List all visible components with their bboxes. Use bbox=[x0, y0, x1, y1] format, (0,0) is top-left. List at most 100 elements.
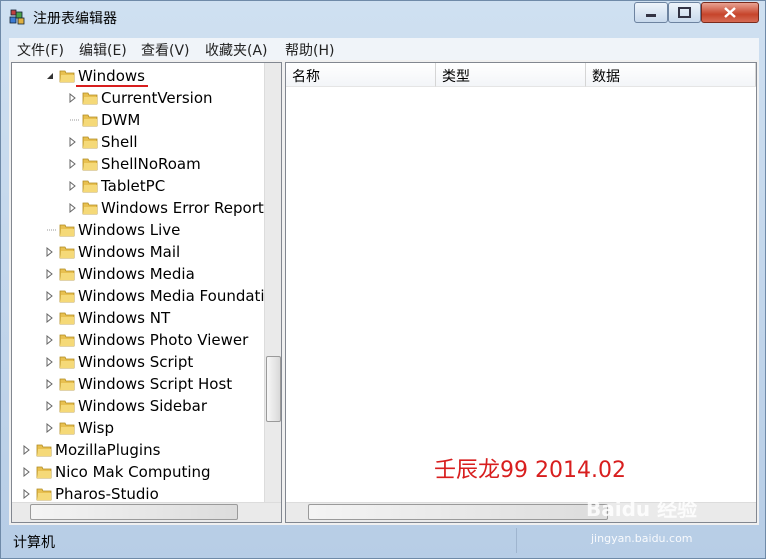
collapsed-arrow-icon[interactable] bbox=[45, 423, 55, 433]
tree-node[interactable]: Windows Photo Viewer bbox=[12, 329, 262, 351]
collapsed-arrow-icon[interactable] bbox=[22, 467, 32, 477]
collapsed-arrow-icon[interactable] bbox=[68, 159, 78, 169]
collapsed-arrow-icon[interactable] bbox=[68, 203, 78, 213]
menu-favorites[interactable]: 收藏夹(A) bbox=[205, 40, 268, 60]
folder-icon bbox=[36, 488, 52, 501]
title-bar[interactable]: 注册表编辑器 bbox=[1, 1, 766, 33]
tree-node-label: Windows Script bbox=[78, 353, 194, 371]
folder-icon bbox=[36, 444, 52, 457]
maximize-button[interactable] bbox=[668, 2, 701, 23]
collapsed-arrow-icon[interactable] bbox=[45, 357, 55, 367]
client-area: Windows CurrentVersion DWM Shell ShellNoRoam… bbox=[9, 60, 759, 525]
tree-node-label: MozillaPlugins bbox=[55, 441, 161, 459]
collapsed-arrow-icon[interactable] bbox=[22, 489, 32, 499]
tree-node[interactable]: CurrentVersion bbox=[12, 87, 262, 109]
tree-node-label: Windows Photo Viewer bbox=[78, 331, 249, 349]
folder-icon bbox=[59, 378, 75, 391]
folder-icon bbox=[59, 334, 75, 347]
status-divider bbox=[516, 528, 517, 553]
tree-node[interactable]: Windows Live bbox=[12, 219, 262, 241]
tree-connector-line bbox=[70, 119, 80, 121]
maximize-icon bbox=[678, 7, 691, 18]
regedit-icon bbox=[9, 9, 25, 25]
collapsed-arrow-icon[interactable] bbox=[45, 247, 55, 257]
column-header-name[interactable]: 名称 bbox=[286, 63, 436, 87]
tree-node-label: Windows Script Host bbox=[78, 375, 233, 393]
tree-node[interactable]: Windows Error Reporti bbox=[12, 197, 268, 219]
tree-node[interactable]: Windows Mail bbox=[12, 241, 262, 263]
folder-icon bbox=[59, 290, 75, 303]
close-button[interactable] bbox=[701, 2, 759, 23]
minimize-button[interactable] bbox=[634, 2, 668, 23]
tree-node[interactable]: Windows NT bbox=[12, 307, 262, 329]
collapsed-arrow-icon[interactable] bbox=[45, 291, 55, 301]
window-title: 注册表编辑器 bbox=[33, 11, 117, 27]
column-header-type[interactable]: 类型 bbox=[436, 63, 586, 87]
folder-icon bbox=[82, 92, 98, 105]
baidu-jingyan-logo: Baidu 经验 bbox=[586, 497, 698, 521]
collapsed-arrow-icon[interactable] bbox=[45, 379, 55, 389]
expanded-arrow-icon[interactable] bbox=[45, 71, 55, 81]
tree-node[interactable]: Windows Media bbox=[12, 263, 262, 285]
menu-edit[interactable]: 编辑(E) bbox=[79, 40, 127, 60]
registry-tree[interactable]: Windows CurrentVersion DWM Shell ShellNoRoam… bbox=[11, 62, 282, 523]
collapsed-arrow-icon[interactable] bbox=[45, 401, 55, 411]
tree-node-label: Wisp bbox=[78, 419, 115, 437]
collapsed-arrow-icon[interactable] bbox=[68, 181, 78, 191]
tree-node[interactable]: Windows Media Foundatic bbox=[12, 285, 273, 307]
tree-node-label: Windows Media bbox=[78, 265, 195, 283]
collapsed-arrow-icon[interactable] bbox=[22, 445, 32, 455]
tree-node[interactable]: Wisp bbox=[12, 417, 262, 439]
folder-icon bbox=[59, 268, 75, 281]
author-date-overlay: 壬辰龙99 2014.02 bbox=[434, 458, 626, 483]
folder-icon bbox=[59, 400, 75, 413]
list-hscroll-thumb[interactable] bbox=[308, 504, 608, 520]
folder-icon bbox=[59, 70, 75, 83]
tree-node[interactable]: ShellNoRoam bbox=[12, 153, 262, 175]
collapsed-arrow-icon[interactable] bbox=[68, 93, 78, 103]
menu-view[interactable]: 查看(V) bbox=[141, 40, 190, 60]
folder-icon bbox=[59, 356, 75, 369]
column-header-data[interactable]: 数据 bbox=[586, 63, 756, 87]
tree-node-label: Windows bbox=[78, 67, 145, 85]
tree-hscroll-thumb[interactable] bbox=[30, 504, 238, 520]
tree-node-label: Pharos-Studio bbox=[55, 485, 159, 503]
menu-help[interactable]: 帮助(H) bbox=[285, 40, 334, 60]
tree-node[interactable]: Windows Script bbox=[12, 351, 262, 373]
tree-node-label: Windows Sidebar bbox=[78, 397, 208, 415]
tree-node-label: CurrentVersion bbox=[101, 89, 213, 107]
folder-icon bbox=[59, 246, 75, 259]
tree-node[interactable]: Shell bbox=[12, 131, 262, 153]
tree-vertical-scrollbar[interactable] bbox=[264, 63, 281, 503]
tree-horizontal-scrollbar[interactable] bbox=[12, 502, 281, 522]
collapsed-arrow-icon[interactable] bbox=[68, 137, 78, 147]
tree-connector-line bbox=[47, 229, 57, 231]
tree-node[interactable]: Windows Script Host bbox=[12, 373, 262, 395]
folder-icon bbox=[82, 136, 98, 149]
tree-node-label: TabletPC bbox=[101, 177, 166, 195]
tree-node-label: ShellNoRoam bbox=[101, 155, 201, 173]
menu-file[interactable]: 文件(F) bbox=[17, 40, 64, 60]
tree-node-label: DWM bbox=[101, 111, 141, 129]
menu-bar: 文件(F) 编辑(E) 查看(V) 收藏夹(A) 帮助(H) bbox=[9, 38, 759, 60]
collapsed-arrow-icon[interactable] bbox=[45, 335, 55, 345]
folder-icon bbox=[59, 312, 75, 325]
tree-node[interactable]: Nico Mak Computing bbox=[12, 461, 262, 483]
tree-node[interactable]: Windows Sidebar bbox=[12, 395, 262, 417]
tree-node[interactable]: MozillaPlugins bbox=[12, 439, 262, 461]
folder-icon bbox=[82, 180, 98, 193]
tree-node-label: Windows Media Foundatic bbox=[78, 287, 273, 305]
tree-node[interactable]: Windows bbox=[12, 65, 262, 87]
status-bar: 计算机 bbox=[9, 529, 759, 553]
tree-node-label: Windows Mail bbox=[78, 243, 181, 261]
folder-icon bbox=[82, 202, 98, 215]
tree-node-label: Shell bbox=[101, 133, 138, 151]
registry-editor-window: 注册表编辑器 文件(F) 编辑(E) 查看(V) 收藏夹(A) 帮助(H) Wi… bbox=[0, 0, 766, 559]
collapsed-arrow-icon[interactable] bbox=[45, 269, 55, 279]
tree-node-label: Windows NT bbox=[78, 309, 171, 327]
folder-icon bbox=[82, 114, 98, 127]
collapsed-arrow-icon[interactable] bbox=[45, 313, 55, 323]
tree-node[interactable]: DWM bbox=[12, 109, 262, 131]
tree-node[interactable]: TabletPC bbox=[12, 175, 262, 197]
tree-vscroll-thumb[interactable] bbox=[266, 356, 281, 422]
